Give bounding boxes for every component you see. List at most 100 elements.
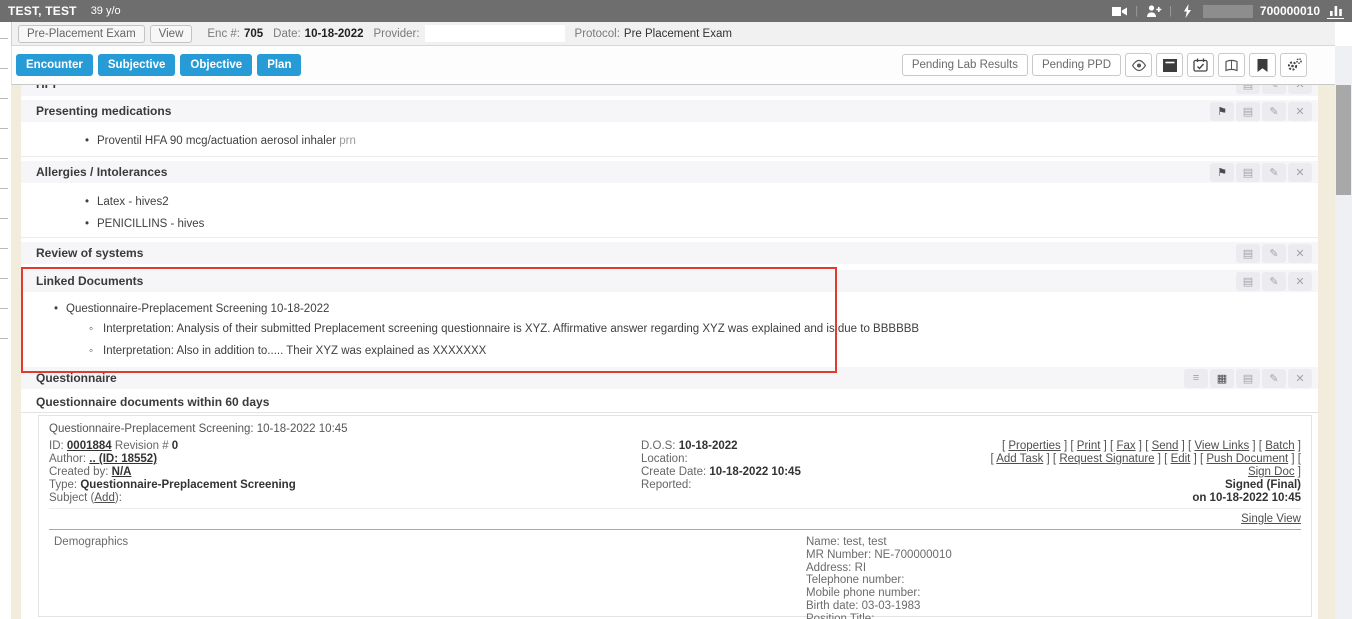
print-link[interactable]: Print <box>1077 440 1101 452</box>
view-button[interactable]: View <box>150 25 193 43</box>
exam-type-button[interactable]: Pre-Placement Exam <box>18 25 145 43</box>
signed-status: Signed (Final) <box>971 479 1301 492</box>
pending-lab-results-button[interactable]: Pending Lab Results <box>902 54 1028 76</box>
grid-view-icon[interactable] <box>1210 369 1234 388</box>
protocol-value: Pre Placement Exam <box>624 28 732 40</box>
revision-label: Revision # <box>115 440 169 452</box>
single-view-link[interactable]: Single View <box>1241 513 1301 525</box>
view-links-link[interactable]: View Links <box>1194 440 1249 452</box>
book-icon[interactable] <box>1236 163 1260 182</box>
subject-label-end: ): <box>115 492 122 504</box>
section-header-questionnaire[interactable]: Questionnaire <box>21 367 1318 389</box>
book-icon[interactable] <box>1236 369 1260 388</box>
close-icon[interactable] <box>1288 163 1312 182</box>
add-person-icon[interactable] <box>1145 4 1162 19</box>
edit-icon[interactable] <box>1262 369 1286 388</box>
edit-icon[interactable] <box>1262 163 1286 182</box>
medication-sig: prn <box>339 135 356 147</box>
demographic-line: Telephone number: <box>806 574 952 587</box>
close-icon[interactable] <box>1288 272 1312 291</box>
pending-ppd-button[interactable]: Pending PPD <box>1032 54 1121 76</box>
demographic-line: Position Title: <box>806 613 952 619</box>
dos-value: 10-18-2022 <box>679 440 738 452</box>
bookmark-icon[interactable] <box>1210 102 1234 121</box>
patient-titlebar: TEST, TEST 39 y/o | | 700000010 <box>0 0 1352 22</box>
bookmark-icon[interactable] <box>1249 53 1276 77</box>
nav-subjective-button[interactable]: Subjective <box>98 54 176 76</box>
archive-box-icon[interactable] <box>1156 53 1183 77</box>
close-icon[interactable] <box>1288 85 1312 94</box>
interpretation-item: Interpretation: Also in addition to.....… <box>21 340 1318 362</box>
edit-icon[interactable] <box>1262 272 1286 291</box>
edit-icon[interactable] <box>1262 85 1286 94</box>
send-link[interactable]: Send <box>1152 440 1179 452</box>
chart-icon[interactable] <box>1327 4 1344 19</box>
left-margin-strip <box>11 85 21 619</box>
lightning-icon[interactable] <box>1179 4 1196 19</box>
close-icon[interactable] <box>1288 102 1312 121</box>
batch-link[interactable]: Batch <box>1265 440 1294 452</box>
created-by-link[interactable]: N/A <box>112 466 132 478</box>
video-camera-icon[interactable] <box>1111 4 1128 19</box>
close-icon[interactable] <box>1288 369 1312 388</box>
settings-gears-icon[interactable] <box>1280 53 1307 77</box>
section-header-presenting-medications[interactable]: Presenting medications <box>21 100 1318 122</box>
section-header-linked-documents[interactable]: Linked Documents <box>21 270 1318 292</box>
book-icon[interactable] <box>1236 85 1260 94</box>
edit-icon[interactable] <box>1262 244 1286 263</box>
patient-name: TEST, TEST <box>8 4 77 18</box>
nav-plan-button[interactable]: Plan <box>257 54 301 76</box>
medication-name: Proventil HFA 90 mcg/actuation aerosol i… <box>97 135 336 147</box>
document-title: Questionnaire-Preplacement Screening: 10… <box>49 421 1301 437</box>
properties-link[interactable]: Properties <box>1008 440 1060 452</box>
type-value: Questionnaire-Preplacement Screening <box>80 479 295 491</box>
provider-input[interactable] <box>425 25 565 42</box>
dos-label: D.O.S: <box>641 440 676 452</box>
nav-objective-button[interactable]: Objective <box>180 54 252 76</box>
document-details-left: ID: 0001884 Revision # 0 Author: .. (ID:… <box>49 440 641 505</box>
section-title: Linked Documents <box>36 274 143 288</box>
eye-icon[interactable] <box>1125 53 1152 77</box>
linked-document-item: Questionnaire-Preplacement Screening 10-… <box>21 300 1318 318</box>
request-signature-link[interactable]: Request Signature <box>1059 453 1154 465</box>
reported-label: Reported: <box>641 479 692 491</box>
right-margin-strip <box>1318 85 1335 619</box>
section-header-review-of-systems[interactable]: Review of systems <box>21 242 1318 264</box>
book-icon[interactable] <box>1218 53 1245 77</box>
fax-link[interactable]: Fax <box>1116 440 1135 452</box>
push-document-link[interactable]: Push Document <box>1206 453 1288 465</box>
author-label: Author: <box>49 453 86 465</box>
list-view-icon[interactable] <box>1184 369 1208 388</box>
ehr-encounter-page: TEST, TEST 39 y/o | | 700000010 Pre-Plac… <box>0 0 1352 619</box>
section-hpi-clipped[interactable]: HPI <box>21 85 1318 96</box>
author-link[interactable]: .. (ID: 18552) <box>89 453 157 465</box>
demographic-line: Name: test, test <box>806 536 952 549</box>
edit-icon[interactable] <box>1262 102 1286 121</box>
demographic-line: Mobile phone number: <box>806 587 952 600</box>
calendar-check-icon[interactable] <box>1187 53 1214 77</box>
document-details-middle: D.O.S: 10-18-2022 Location: Create Date:… <box>641 440 971 505</box>
location-label: Location: <box>641 453 688 465</box>
book-icon[interactable] <box>1236 102 1260 121</box>
provider-label: Provider: <box>374 28 420 40</box>
document-actions: [ Properties ] [ Print ] [ Fax ] [ Send … <box>971 440 1301 505</box>
add-task-link[interactable]: Add Task <box>996 453 1043 465</box>
protocol-label: Protocol: <box>575 28 620 40</box>
bookmark-icon[interactable] <box>1210 163 1234 182</box>
vertical-scrollbar[interactable] <box>1335 46 1352 619</box>
date-label: Date: <box>273 28 301 40</box>
close-icon[interactable] <box>1288 244 1312 263</box>
book-icon[interactable] <box>1236 272 1260 291</box>
document-id-link[interactable]: 0001884 <box>67 440 112 452</box>
sign-doc-link[interactable]: Sign Doc <box>1248 466 1295 478</box>
edit-link[interactable]: Edit <box>1171 453 1191 465</box>
allergy-item: PENICILLINS - hives <box>21 213 1318 235</box>
encounter-bar: Pre-Placement Exam View Enc #: 705 Date:… <box>11 22 1335 46</box>
revision-value: 0 <box>172 440 178 452</box>
enc-number-label: Enc #: <box>207 28 240 40</box>
scrollbar-thumb[interactable] <box>1336 85 1351 195</box>
book-icon[interactable] <box>1236 244 1260 263</box>
nav-encounter-button[interactable]: Encounter <box>16 54 93 76</box>
section-header-allergies[interactable]: Allergies / Intolerances <box>21 161 1318 183</box>
subject-add-link[interactable]: Add <box>94 492 114 504</box>
